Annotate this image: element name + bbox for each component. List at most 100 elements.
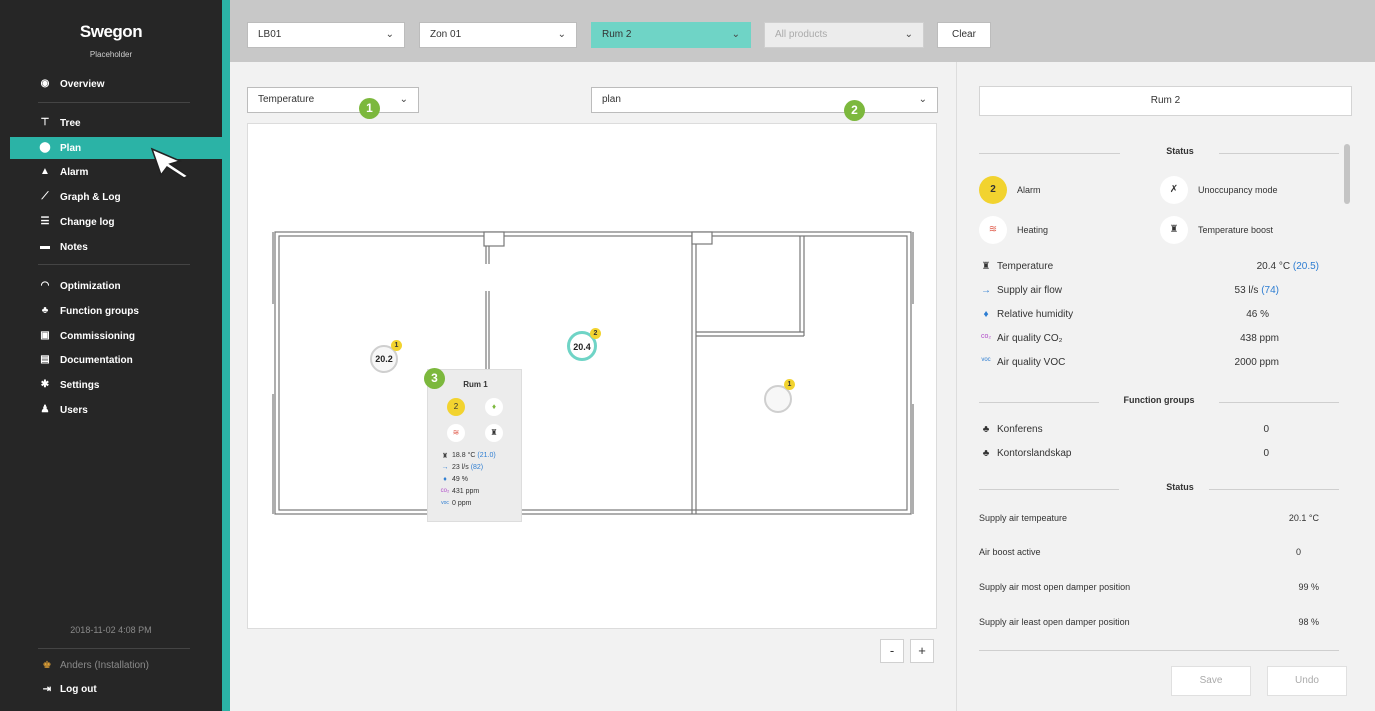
status-section-header: Status	[979, 146, 1339, 160]
mode-alarm[interactable]: 2 Alarm	[979, 176, 1041, 204]
nav-commissioning[interactable]: ▣ Commissioning	[0, 325, 222, 347]
nav-graph-log[interactable]: ⟋ Graph & Log	[0, 186, 222, 208]
mode-heating-label: Heating	[1017, 225, 1049, 235]
plan-select[interactable]: plan ⌄	[591, 87, 938, 113]
mode-unoccupancy: ✗ Unoccupancy mode	[1160, 176, 1278, 204]
arrow-right-icon: →	[981, 285, 991, 296]
pin-icon: ⬤	[39, 142, 51, 153]
alarm-badge: 2	[590, 328, 601, 339]
room-select[interactable]: Rum 2 ⌄	[591, 22, 751, 48]
room-select-value: Rum 2	[602, 29, 632, 40]
floor-plan-canvas[interactable]: 20.2 1 20.4 2 1 Rum 1 2 ♦ ≋ ♜ ♜ 18.8 °C …	[247, 123, 937, 629]
alarm-badge: 1	[391, 340, 402, 351]
view-type-select[interactable]: Temperature ⌄	[247, 87, 419, 113]
nav-notes[interactable]: ▬ Notes	[0, 236, 222, 258]
zoom-out-button[interactable]: -	[880, 639, 904, 663]
popup-temperature-setpoint: (21.0)	[477, 452, 496, 459]
function-group-row[interactable]: ♣ Kontorslandskap 0	[979, 448, 1319, 462]
occupancy-icon: ♦	[485, 398, 503, 416]
zoom-in-button[interactable]: +	[910, 639, 934, 663]
sidebar-accent-bar	[222, 0, 230, 711]
thermometer-icon: ♜	[441, 453, 449, 460]
popup-airflow-row: → 23 l/s (82)	[438, 464, 518, 471]
zone-select[interactable]: Zon 01 ⌄	[419, 22, 577, 48]
current-user[interactable]: ♚ Anders (Installation)	[40, 660, 149, 671]
status-row: Supply air most open damper position 99 …	[979, 582, 1319, 596]
nav-optimization-label: Optimization	[60, 280, 121, 292]
filter-bar: LB01 ⌄ Zon 01 ⌄ Rum 2 ⌄ All products ⌄ C…	[230, 0, 1375, 62]
function-group-value: 0	[1263, 424, 1269, 435]
status-row-label: Supply air least open damper position	[979, 617, 1130, 627]
alarm-badge: 1	[784, 379, 795, 390]
popup-airflow: 23 l/s	[452, 464, 469, 471]
measurement-setpoint: (74)	[1261, 285, 1279, 296]
room-details-panel: Rum 2 Status 2 Alarm ✗ Unoccupancy mode …	[956, 62, 1375, 711]
site-select[interactable]: LB01 ⌄	[247, 22, 405, 48]
floor-plan-drawing	[272, 231, 914, 515]
nav-alarm-label: Alarm	[60, 166, 89, 178]
nav-users[interactable]: ♟ Users	[0, 399, 222, 421]
notes-icon: ▬	[40, 241, 50, 252]
plan-view: Temperature ⌄ 1 plan ⌄ 2 20.2 1 20.4 2 1…	[230, 62, 956, 711]
nav-settings[interactable]: ✱ Settings	[0, 374, 222, 396]
function-groups-icon: ♣	[41, 305, 49, 316]
nav-plan-label: Plan	[60, 142, 82, 154]
nav-function-groups[interactable]: ♣ Function groups	[0, 300, 222, 322]
products-select[interactable]: All products ⌄	[764, 22, 924, 48]
voc-icon: voc	[441, 500, 449, 506]
popup-humidity-row: ♦ 49 %	[438, 476, 518, 483]
measurement-row: voc Air quality VOC 2000 ppm	[979, 357, 1319, 371]
nav-documentation[interactable]: ▤ Documentation	[0, 349, 222, 371]
status2-section-header: Status	[979, 482, 1339, 496]
status-row-label: Supply air tempeature	[979, 513, 1068, 523]
panel-divider	[979, 650, 1339, 651]
logout-button[interactable]: ⇥ Log out	[40, 684, 97, 695]
view-type-value: Temperature	[258, 94, 315, 105]
commissioning-icon: ▣	[40, 330, 50, 341]
status-title: Status	[1120, 146, 1240, 156]
function-groups-section-header: Function groups	[979, 395, 1339, 409]
function-groups-title: Function groups	[1099, 395, 1219, 405]
measurement-value: 53 l/s	[1234, 285, 1259, 296]
nav-divider	[38, 102, 190, 103]
popup-co2: 431 ppm	[452, 488, 480, 495]
alarm-count-badge: 2	[447, 398, 465, 416]
gauge-icon: ◠	[40, 280, 50, 291]
panel-scrollbar[interactable]	[1344, 144, 1350, 204]
popup-voc: 0 ppm	[452, 500, 472, 507]
status-row: Supply air least open damper position 98…	[979, 617, 1319, 631]
save-button[interactable]: Save	[1171, 666, 1251, 696]
measurement-label: Relative humidity	[997, 309, 1074, 320]
nav-divider	[38, 648, 190, 649]
mode-temperature-boost: ♜ Temperature boost	[1160, 216, 1273, 244]
callout-marker-1: 1	[359, 98, 380, 119]
mode-unoccupancy-label: Unoccupancy mode	[1198, 185, 1278, 195]
measurement-label: Air quality VOC	[997, 357, 1066, 368]
nav-overview[interactable]: ◉ Overview	[0, 73, 222, 95]
nav-optimization[interactable]: ◠ Optimization	[0, 275, 222, 297]
nav-commissioning-label: Commissioning	[60, 330, 136, 342]
measurement-value: 20.4 °C	[1256, 261, 1291, 272]
room-popup: Rum 1 2 ♦ ≋ ♜ ♜ 18.8 °C (21.0) → 23 l/s …	[427, 369, 522, 522]
swegon-logo: Swegon	[79, 22, 143, 41]
room-name-field: Rum 2	[979, 86, 1352, 116]
chevron-down-icon: ⌄	[904, 29, 913, 40]
status-row: Supply air tempeature 20.1 °C	[979, 513, 1319, 527]
products-select-value: All products	[775, 29, 828, 40]
clear-button[interactable]: Clear	[937, 22, 991, 48]
nav-change-log[interactable]: ☰ Change log	[0, 211, 222, 233]
current-user-label: Anders (Installation)	[60, 660, 149, 671]
zone-select-value: Zon 01	[430, 29, 462, 40]
gear-icon: ✱	[40, 379, 50, 390]
nav-tree[interactable]: ⊤ Tree	[0, 112, 222, 134]
function-group-row[interactable]: ♣ Konferens 0	[979, 424, 1319, 438]
nav-overview-label: Overview	[60, 78, 105, 90]
graph-icon: ⟋	[41, 191, 49, 202]
callout-marker-2: 2	[844, 100, 865, 121]
nav-graph-log-label: Graph & Log	[60, 191, 121, 203]
nav-change-log-label: Change log	[60, 216, 115, 228]
co2-icon: co₂	[440, 488, 450, 494]
undo-button[interactable]: Undo	[1267, 666, 1347, 696]
nav-function-groups-label: Function groups	[60, 305, 139, 317]
temperature-boost-icon: ♜	[1160, 216, 1188, 244]
